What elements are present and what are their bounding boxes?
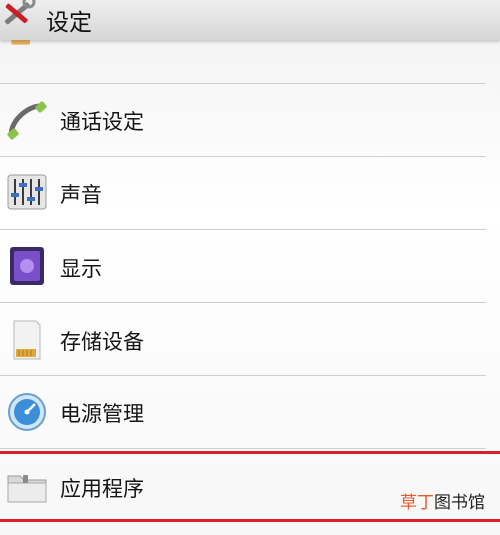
settings-item-call[interactable]: 通话设定	[0, 84, 500, 156]
settings-item-power[interactable]: 电源管理	[0, 376, 500, 448]
tools-icon	[4, 0, 36, 25]
display-screen-icon	[10, 247, 44, 285]
settings-item-display[interactable]: 显示	[0, 230, 500, 302]
power-gauge-icon	[8, 393, 46, 431]
settings-item-partial[interactable]	[0, 28, 500, 84]
watermark-accent: 草丁	[400, 493, 434, 513]
settings-item-label: 显示	[60, 257, 102, 281]
divider	[0, 448, 486, 449]
app-bar: 设定	[0, 0, 500, 40]
watermark-text: 图书馆	[434, 493, 485, 513]
settings-item-label: 声音	[60, 183, 102, 207]
settings-item-label: 通话设定	[60, 110, 144, 134]
equalizer-sliders-icon	[7, 174, 47, 210]
settings-item-label: 存储设备	[60, 330, 144, 354]
settings-item-sound[interactable]: 声音	[0, 157, 500, 229]
page-title: 设定	[46, 10, 92, 36]
settings-item-label: 电源管理	[60, 402, 144, 426]
settings-item-storage[interactable]: 存储设备	[0, 303, 500, 375]
sd-card-icon	[13, 320, 41, 360]
watermark: 草丁图书馆	[400, 488, 485, 513]
phone-handset-icon	[7, 101, 47, 140]
